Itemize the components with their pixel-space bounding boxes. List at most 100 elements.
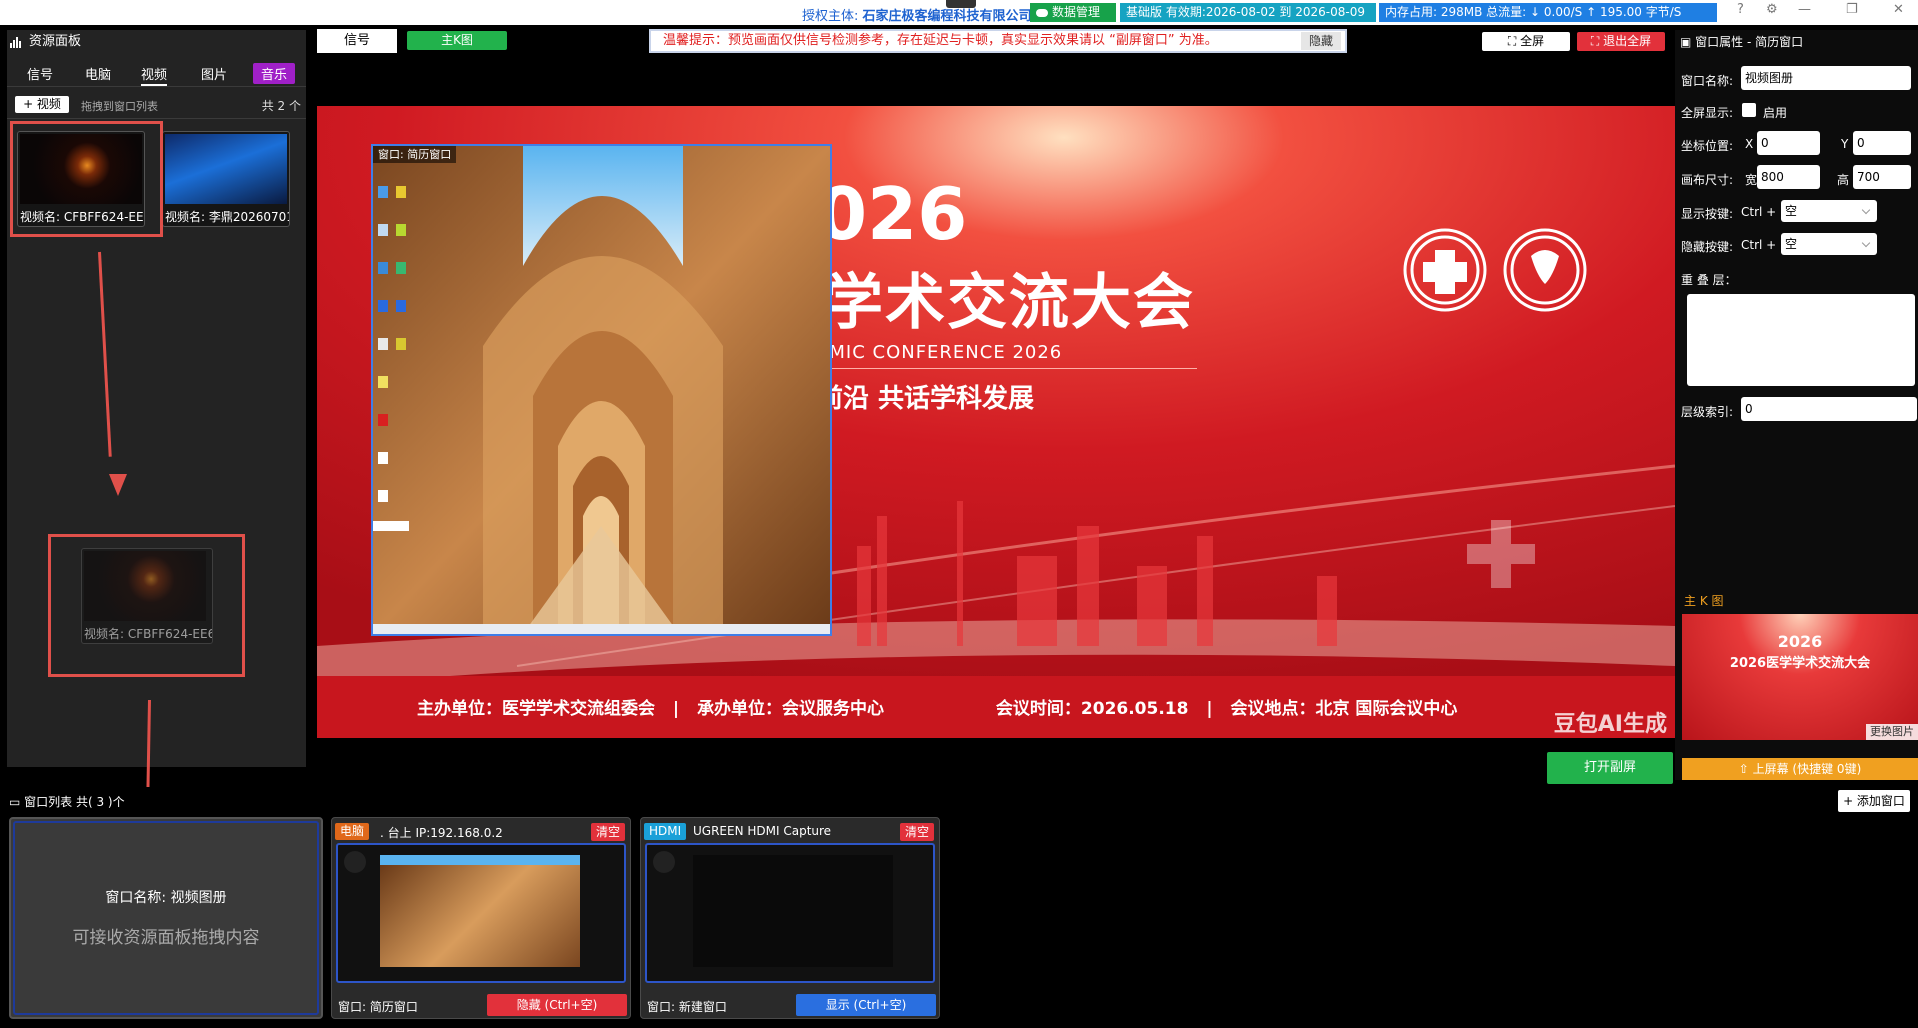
- hide-key-select[interactable]: 空: [1781, 233, 1877, 255]
- data-management-button[interactable]: 数据管理: [1030, 3, 1116, 22]
- video-item[interactable]: 视频名: 李鼎202607011: [162, 131, 290, 227]
- add-window-button[interactable]: + 添加窗口: [1838, 790, 1910, 812]
- desktop-icon[interactable]: [396, 338, 406, 350]
- arrow-head: [109, 474, 127, 496]
- clear-button[interactable]: 清空: [900, 823, 934, 841]
- width-input[interactable]: 800: [1757, 165, 1820, 189]
- main-k-image[interactable]: 2026 2026医学学术交流大会 更换图片: [1682, 614, 1918, 740]
- show-window-button[interactable]: 显示 (Ctrl+空): [796, 994, 936, 1016]
- close-icon[interactable]: ✕: [1893, 2, 1904, 17]
- desktop-icon[interactable]: [396, 300, 406, 312]
- tab-signal[interactable]: 信号: [27, 64, 53, 83]
- layer-index-input[interactable]: 0: [1741, 397, 1917, 421]
- status-dot: [344, 851, 366, 873]
- tab-computer[interactable]: 电脑: [85, 64, 111, 83]
- desktop-icon[interactable]: [378, 414, 388, 426]
- desktop-icon[interactable]: [378, 490, 388, 502]
- desktop-icon[interactable]: [378, 262, 388, 274]
- add-video-button[interactable]: + 视频: [15, 96, 69, 113]
- resource-panel: 资源面板 信号 电脑 视频 图片 音乐 + 视频 拖拽到窗口列表 共 2 个 视…: [7, 30, 306, 767]
- floating-window[interactable]: 窗口: 简历窗口: [371, 144, 832, 636]
- desktop-icon[interactable]: [396, 224, 406, 236]
- y-label: Y: [1841, 137, 1849, 151]
- overlay-list[interactable]: [1687, 294, 1915, 386]
- auth-label: 授权主体:: [802, 9, 859, 24]
- clear-button[interactable]: 清空: [591, 823, 625, 841]
- properties-title: ▣ 窗口属性 - 简历窗口: [1680, 33, 1803, 50]
- notice-text: 温馨提示：预览画面仅供信号检测参考，存在延迟与卡顿，真实显示效果请以 “副屏窗口…: [663, 33, 1218, 48]
- card-thumbnail: [380, 855, 580, 967]
- desktop-icon[interactable]: [396, 262, 406, 274]
- auth-company: 石家庄极客编程科技有限公司: [862, 9, 1032, 24]
- drop-card-hint: 可接收资源面板拖拽内容: [72, 928, 260, 948]
- help-icon[interactable]: ?: [1737, 2, 1744, 17]
- enable-label: 启用: [1763, 106, 1788, 120]
- drop-card-name: 窗口名称: 视频图册: [105, 890, 227, 906]
- desktop-icon[interactable]: [396, 186, 406, 198]
- tab-music[interactable]: 音乐: [253, 63, 296, 84]
- window-name-input[interactable]: 视频图册: [1741, 66, 1911, 90]
- tab-image[interactable]: 图片: [201, 64, 227, 83]
- fullscreen-button[interactable]: ⛶ 全屏: [1482, 32, 1570, 51]
- window-list-title: ▭ 窗口列表 共( 3 )个: [9, 793, 125, 810]
- show-key-select[interactable]: 空: [1781, 200, 1877, 222]
- exit-fullscreen-button[interactable]: ⛶ 退出全屏: [1577, 32, 1665, 51]
- window-card[interactable]: HDMI UGREEN HDMI Capture 清空 窗口: 新建窗口 显示 …: [640, 817, 940, 1019]
- preview-notice: 温馨提示：预览画面仅供信号检测参考，存在延迟与卡顿，真实显示效果请以 “副屏窗口…: [649, 29, 1347, 53]
- hide-key-ctrl: Ctrl +: [1741, 238, 1777, 252]
- desktop-icon[interactable]: [378, 338, 388, 350]
- card-title: . 台上 IP:192.168.0.2: [380, 826, 503, 840]
- footer-separator: |: [672, 699, 680, 719]
- card-footer: 窗口: 新建窗口: [647, 1000, 727, 1014]
- drop-target-border: [13, 821, 319, 1015]
- open-subscreen-button[interactable]: 打开副屏: [1547, 752, 1673, 784]
- y-input[interactable]: 0: [1853, 131, 1911, 155]
- divider-line: [817, 368, 1197, 369]
- position-label: 坐标位置:: [1681, 139, 1734, 153]
- fullscreen-label: 全屏: [1520, 34, 1545, 48]
- drop-target-card[interactable]: 窗口名称: 视频图册 可接收资源面板拖拽内容: [9, 817, 323, 1019]
- desktop-icon[interactable]: [378, 300, 388, 312]
- desktop-icons: [376, 186, 412, 536]
- x-input[interactable]: 0: [1757, 131, 1820, 155]
- license-holder: 授权主体: 石家庄极客编程科技有限公司: [802, 5, 1032, 24]
- source-tag: HDMI: [644, 823, 687, 840]
- card-preview: [645, 843, 935, 983]
- conference-footer: 主办单位：医学学术交流组委会 | 承办单位：会议服务中心 会议时间：2026.0…: [417, 694, 1457, 719]
- fullscreen-checkbox[interactable]: [1742, 103, 1756, 117]
- change-image-button[interactable]: 更换图片: [1866, 724, 1918, 740]
- up-screen-button[interactable]: ⇧ 上屏幕 (快捷键 0键): [1682, 758, 1918, 780]
- title-bar: 授权主体: 石家庄极客编程科技有限公司 数据管理 基础版 有效期:2026-08…: [0, 0, 1918, 25]
- tab-video[interactable]: 视频: [141, 64, 168, 86]
- desktop-icon[interactable]: [378, 224, 388, 236]
- window-icon: ▣: [1680, 35, 1692, 49]
- main-image-tab[interactable]: 主K图: [407, 31, 507, 50]
- fullscreen-label: 全屏显示:: [1681, 106, 1734, 120]
- ai-watermark: 豆包AI生成: [1553, 712, 1667, 737]
- floating-window-label: 窗口: 简历窗口: [373, 146, 457, 163]
- footer-host: 主办单位：医学学术交流组委会: [417, 699, 655, 719]
- resource-count: 共 2 个: [261, 99, 301, 113]
- status-dot: [653, 851, 675, 873]
- hide-notice-button[interactable]: 隐藏: [1300, 32, 1341, 50]
- show-key-ctrl: Ctrl +: [1741, 205, 1777, 219]
- conference-slogan: 前沿 共话学科发展: [817, 384, 1035, 414]
- minimize-icon[interactable]: —: [1798, 2, 1811, 17]
- desktop-icon[interactable]: [378, 376, 388, 388]
- settings-gear-icon[interactable]: ⚙: [1766, 2, 1778, 17]
- desktop-icon[interactable]: [378, 452, 388, 464]
- desktop-widget: [373, 521, 409, 531]
- height-input[interactable]: 700: [1853, 165, 1911, 189]
- maximize-icon[interactable]: ❐: [1846, 2, 1858, 17]
- preview-canvas[interactable]: 026 学术交流大会 EMIC CONFERENCE 2026 前沿 共话学科发…: [317, 106, 1675, 738]
- footer-time: 会议时间：2026.05.18: [995, 699, 1189, 719]
- window-card[interactable]: 电脑 . 台上 IP:192.168.0.2 清空 窗口: 简历窗口 隐藏 (C…: [331, 817, 631, 1019]
- drag-hint: 拖拽到窗口列表: [81, 100, 158, 113]
- hide-window-button[interactable]: 隐藏 (Ctrl+空): [487, 994, 627, 1016]
- footer-separator: |: [1206, 699, 1213, 719]
- desktop-icon[interactable]: [378, 186, 388, 198]
- exit-fullscreen-label: 退出全屏: [1603, 34, 1652, 48]
- highlight-box: [10, 121, 163, 237]
- signal-tab[interactable]: 信号: [317, 29, 397, 53]
- properties-panel: ▣ 窗口属性 - 简历窗口 窗口名称: 视频图册 全屏显示: 启用 坐标位置: …: [1675, 30, 1918, 780]
